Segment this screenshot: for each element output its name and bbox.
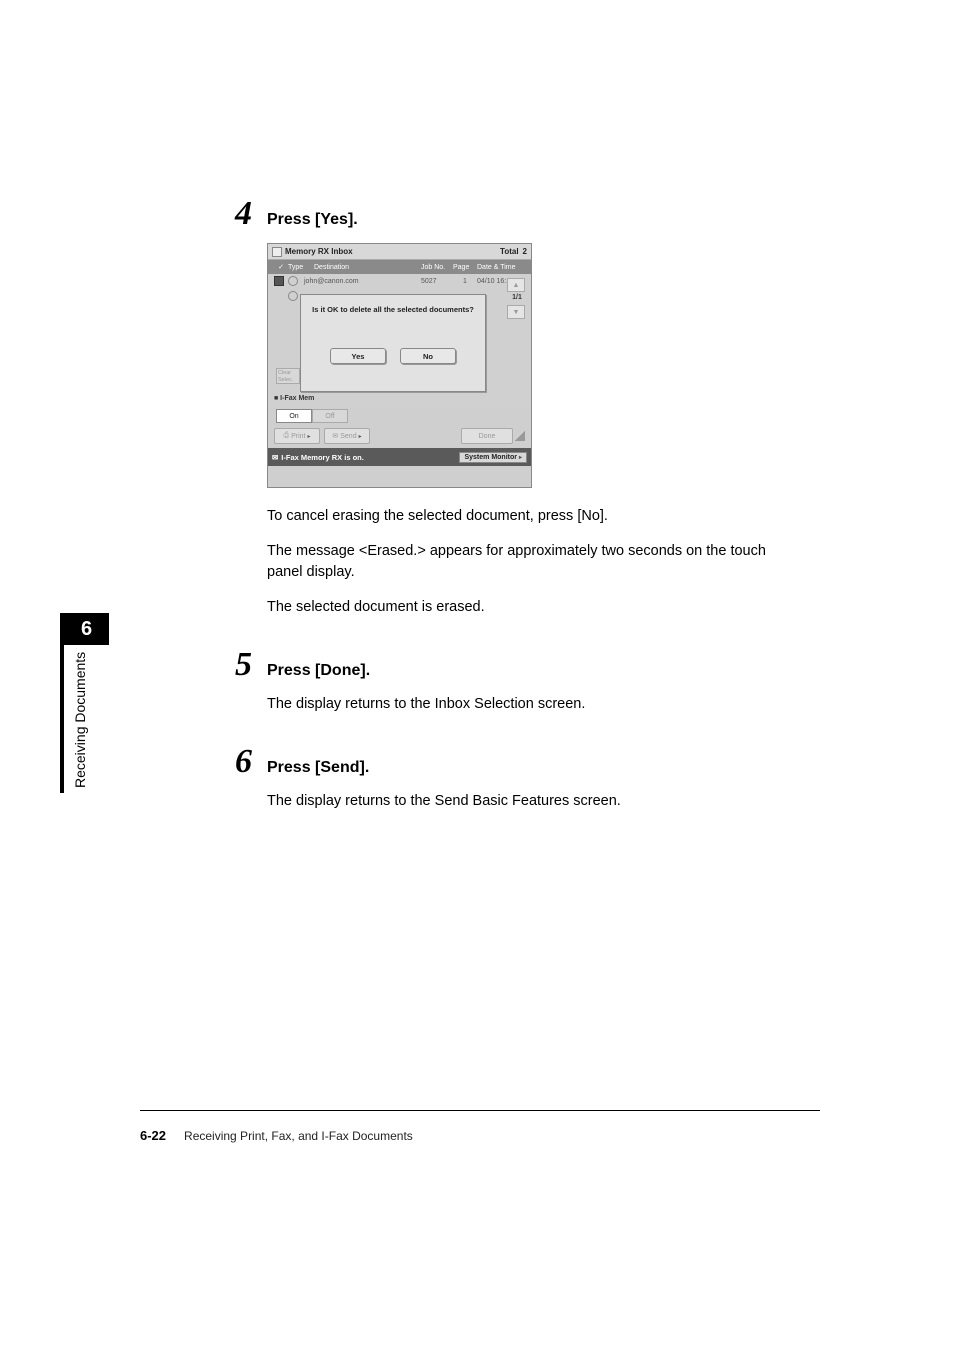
- send-button[interactable]: ✉ Send ▸: [324, 428, 370, 444]
- total-label: Total: [500, 247, 519, 256]
- content-area: 4 Press [Yes]. Memory RX Inbox Total 2 ✓: [235, 195, 795, 832]
- chevron-right-icon: ▸: [308, 433, 311, 440]
- col-check: ✓: [274, 263, 288, 271]
- status-text: I-Fax Memory RX is on.: [281, 453, 364, 462]
- chapter-number: 6: [64, 613, 109, 645]
- done-button[interactable]: Done: [461, 428, 513, 444]
- step-title: Press [Yes].: [267, 211, 358, 229]
- document-icon: [272, 247, 282, 257]
- col-destination: Destination: [314, 264, 421, 271]
- pager-indicator: 1/1: [507, 294, 527, 301]
- step-4: 4 Press [Yes]. Memory RX Inbox Total 2 ✓: [235, 195, 795, 618]
- print-button[interactable]: ⎙ Print ▸: [274, 428, 320, 444]
- memory-toggle: On Off: [268, 408, 531, 424]
- send-label: Send: [340, 433, 356, 440]
- step-body-text: The message <Erased.> appears for approx…: [267, 541, 795, 583]
- step-body-text: The display returns to the Inbox Selecti…: [267, 694, 795, 715]
- device-screenshot: Memory RX Inbox Total 2 ✓ Type Destinati…: [267, 243, 532, 488]
- toggle-off-button[interactable]: Off: [312, 409, 348, 423]
- col-page: Page: [453, 264, 477, 271]
- confirm-dialog: Is it OK to delete all the selected docu…: [300, 294, 486, 392]
- step-title: Press [Send].: [267, 759, 369, 777]
- page-number: 6-22: [140, 1128, 166, 1143]
- mail-icon: [288, 276, 298, 286]
- step-body-text: The display returns to the Send Basic Fe…: [267, 791, 795, 812]
- row-destination: john@canon.com: [304, 278, 421, 285]
- section-title: Receiving Documents: [72, 652, 88, 788]
- status-icon: ✉: [272, 453, 278, 462]
- col-job-no: Job No.: [421, 264, 453, 271]
- row-page: 1: [453, 278, 477, 285]
- yes-button[interactable]: Yes: [330, 348, 386, 364]
- no-button[interactable]: No: [400, 348, 456, 364]
- system-monitor-button[interactable]: System Monitor ▸: [459, 452, 527, 463]
- printer-icon: ⎙: [283, 432, 289, 440]
- col-date-time: Date & Time: [477, 264, 531, 271]
- dialog-message: Is it OK to delete all the selected docu…: [301, 295, 485, 314]
- chevron-right-icon: ▸: [519, 454, 522, 461]
- step-title: Press [Done].: [267, 662, 370, 680]
- footer-text: Receiving Print, Fax, and I-Fax Document…: [184, 1129, 413, 1143]
- row-job-no: 5027: [421, 278, 453, 285]
- chevron-right-icon: ▸: [359, 433, 362, 440]
- table-row[interactable]: john@canon.com 5027 1 04/10 16:15: [268, 274, 531, 289]
- step-number: 6: [235, 743, 267, 781]
- window-title: Memory RX Inbox: [285, 247, 353, 256]
- ifax-mem-label: ■ I-Fax Mem: [274, 395, 314, 402]
- action-bar: ⎙ Print ▸ ✉ Send ▸ Done: [268, 424, 531, 448]
- mail-icon: [288, 291, 298, 301]
- return-corner-icon: [515, 431, 525, 441]
- system-monitor-label: System Monitor: [464, 454, 517, 461]
- step-number: 4: [235, 195, 267, 233]
- clear-selection-button[interactable]: Clear Selec.: [276, 368, 300, 384]
- scroll-down-button[interactable]: ▼: [507, 305, 525, 319]
- side-tab: 6 Receiving Documents: [60, 613, 105, 793]
- scroll-up-button[interactable]: ▲: [507, 278, 525, 292]
- list-area: john@canon.com 5027 1 04/10 16:15 Is it …: [268, 274, 531, 408]
- table-header: ✓ Type Destination Job No. Page Date & T…: [268, 260, 531, 274]
- step-body-text: To cancel erasing the selected document,…: [267, 506, 795, 527]
- footer-rule: [140, 1110, 820, 1111]
- send-icon: ✉: [332, 432, 338, 440]
- total-value: 2: [523, 247, 527, 256]
- col-type: Type: [288, 264, 314, 271]
- print-label: Print: [291, 433, 305, 440]
- page-footer: 6-22 Receiving Print, Fax, and I-Fax Doc…: [140, 1128, 820, 1143]
- status-bar: ✉ I-Fax Memory RX is on. System Monitor …: [268, 448, 531, 466]
- step-number: 5: [235, 646, 267, 684]
- window-titlebar: Memory RX Inbox Total 2: [268, 244, 531, 260]
- step-5: 5 Press [Done]. The display returns to t…: [235, 646, 795, 715]
- step-body-text: The selected document is erased.: [267, 597, 795, 618]
- toggle-on-button[interactable]: On: [276, 409, 312, 423]
- step-6: 6 Press [Send]. The display returns to t…: [235, 743, 795, 812]
- selected-mark-icon: [274, 276, 284, 286]
